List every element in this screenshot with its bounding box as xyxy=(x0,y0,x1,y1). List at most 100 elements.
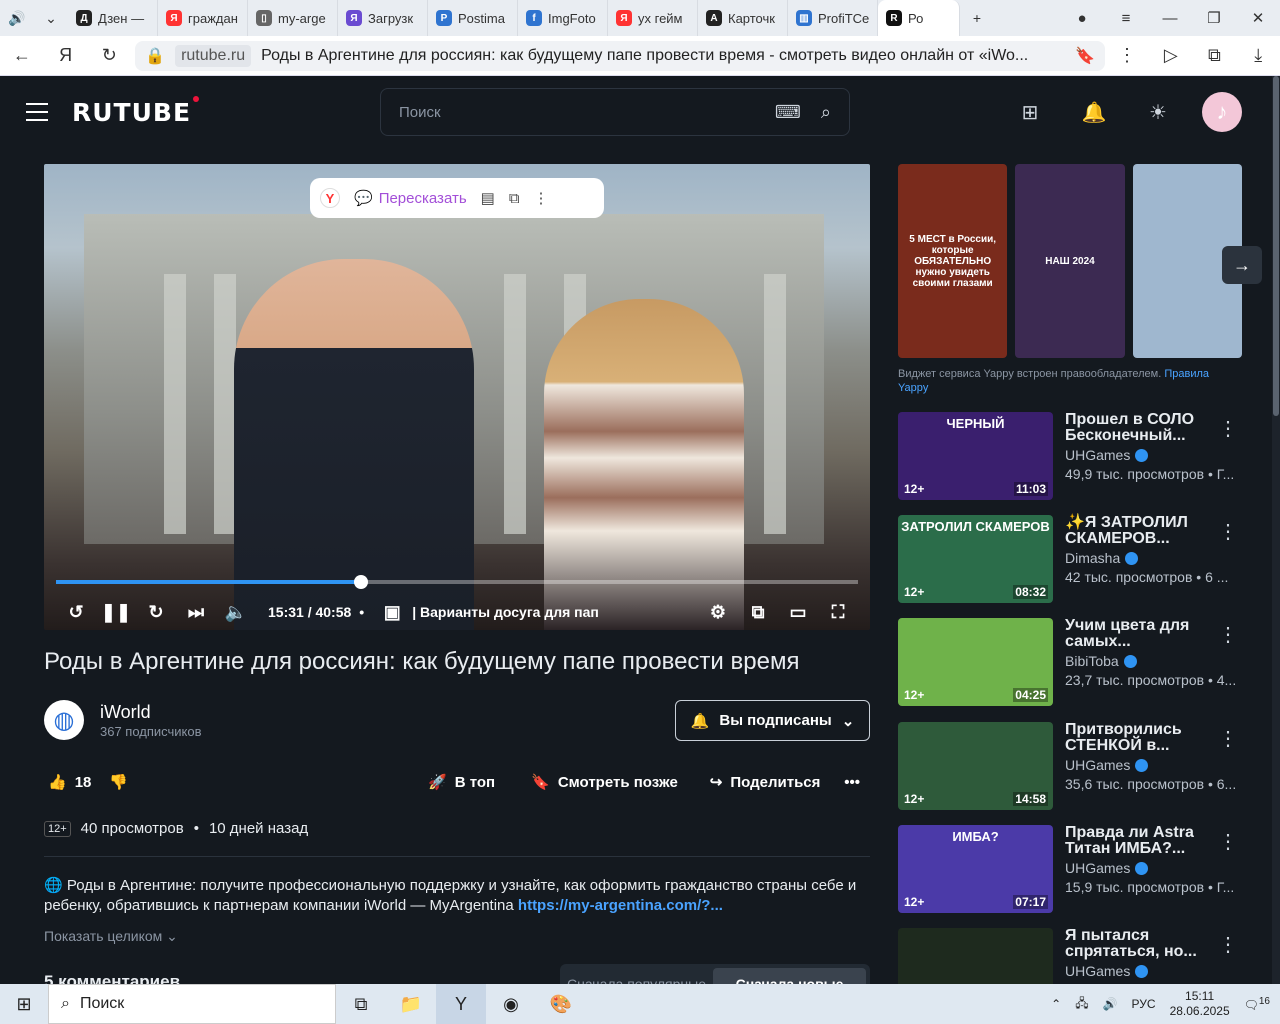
recommended-channel[interactable]: BibiToba xyxy=(1065,653,1137,669)
more-vertical-icon[interactable]: ⋮ xyxy=(1218,829,1238,854)
omnibox[interactable]: 🔒 rutube.ru Роды в Аргентине для россиян… xyxy=(135,40,1106,71)
chapter-title[interactable]: | Варианты досуга для пап xyxy=(412,604,599,620)
avatar[interactable]: ♪ xyxy=(1202,92,1242,132)
new-tab-button[interactable]: + xyxy=(960,0,994,36)
page-scrollbar[interactable] xyxy=(1272,76,1280,984)
browser-tab[interactable]: Яух гейм xyxy=(608,0,698,36)
share-button[interactable]: ↪ Поделиться xyxy=(710,773,821,792)
recommended-channel[interactable]: UHGames xyxy=(1065,447,1149,463)
recommended-channel[interactable]: UHGames xyxy=(1065,860,1149,876)
recommended-title[interactable]: Правда ли Astra Титан ИМБА?... xyxy=(1065,825,1215,857)
recommended-video[interactable]: ЗАТРОЛИЛ СКАМЕРОВ 12+ 08:32 ✨Я ЗАТРОЛИЛ СКА… xyxy=(898,515,1258,603)
browser-tab[interactable]: P Postima xyxy=(428,0,518,36)
yandex-browser-icon[interactable]: Y xyxy=(436,984,486,1024)
subscribe-button[interactable]: 🔔 Вы подписаны ⌄ xyxy=(675,700,870,741)
tabs-dropdown-icon[interactable]: ⌄ xyxy=(34,0,68,36)
theme-toggle-icon[interactable]: ☀ xyxy=(1144,98,1172,126)
recommended-channel[interactable]: UHGames xyxy=(1065,757,1149,773)
rutube-logo[interactable]: RUTUBE xyxy=(72,95,200,127)
rewind-10-icon[interactable]: ↺ xyxy=(56,602,96,623)
recommended-title[interactable]: Учим цвета для самых... xyxy=(1065,618,1215,650)
downloads-icon[interactable]: ⤓ xyxy=(1236,45,1280,66)
browser-tab[interactable]: ▥ ProfiTCe xyxy=(788,0,878,36)
language-indicator[interactable]: РУС xyxy=(1132,997,1156,1011)
recommended-video[interactable]: ЧЕРНЫЙ 12+ 11:03 Прошел в СОЛО Бесконечный.… xyxy=(898,412,1258,500)
maximize-button[interactable]: ❐ xyxy=(1192,9,1236,27)
upload-icon[interactable]: ⊞ xyxy=(1016,98,1044,126)
more-icon[interactable]: ⋮ xyxy=(1105,45,1149,66)
more-vertical-icon[interactable]: ⋮ xyxy=(534,189,549,207)
browser-tab[interactable]: R Ро xyxy=(878,0,960,36)
recommended-title[interactable]: Прошел в СОЛО Бесконечный... xyxy=(1065,412,1215,444)
browser-tab[interactable]: Я Загрузк xyxy=(338,0,428,36)
more-vertical-icon[interactable]: ⋮ xyxy=(1218,932,1238,957)
progress-bar[interactable] xyxy=(56,575,858,589)
back-button[interactable]: ← xyxy=(0,45,44,66)
task-view-icon[interactable]: ⧉ xyxy=(336,984,386,1024)
video-player[interactable]: Y 💬 Пересказать ▤ ⧉ ⋮ ↺ ❚❚ ↻ ⏭ 🔈 15:31 / … xyxy=(44,164,870,630)
volume-icon[interactable]: 🔊 xyxy=(1103,997,1118,1011)
clock[interactable]: 15:11 28.06.2025 xyxy=(1170,989,1230,1019)
chrome-icon[interactable]: ◉ xyxy=(486,984,536,1024)
file-explorer-icon[interactable]: 📁 xyxy=(386,984,436,1024)
tab-audio-icon[interactable]: 🔊 xyxy=(0,0,34,36)
recommended-channel[interactable]: UHGames xyxy=(1065,963,1149,979)
extensions-icon[interactable]: ⧉ xyxy=(1193,45,1237,66)
like-button[interactable]: 👍 18 xyxy=(48,773,91,792)
taskbar-search[interactable]: ⌕ Поиск xyxy=(48,984,336,1024)
more-vertical-icon[interactable]: ⋮ xyxy=(1218,519,1238,544)
windows-start-icon[interactable]: ⊞ xyxy=(0,994,48,1015)
tray-chevron-icon[interactable]: ⌃ xyxy=(1051,997,1061,1011)
more-vertical-icon[interactable]: ⋮ xyxy=(1218,416,1238,441)
short-video-card[interactable]: 5 МЕСТ в России, которые ОБЯЗАТЕЛЬНО нуж… xyxy=(898,164,1008,358)
subtitles-icon[interactable]: ▤ xyxy=(481,189,495,207)
search-icon[interactable]: ⌕ xyxy=(821,102,831,123)
video-thumbnail[interactable]: 12+ 04:25 xyxy=(898,618,1053,706)
pause-icon[interactable]: ❚❚ xyxy=(96,602,136,623)
carousel-next-arrow-icon[interactable]: → xyxy=(1222,246,1262,284)
keyboard-icon[interactable]: ⌨ xyxy=(775,102,801,123)
yandex-icon[interactable]: Y xyxy=(320,188,340,208)
minimize-button[interactable]: — xyxy=(1148,10,1192,27)
yandex-icon[interactable]: Я xyxy=(44,45,88,66)
search-input[interactable]: Поиск xyxy=(399,104,441,121)
network-icon[interactable]: 🖧 xyxy=(1075,994,1088,1015)
retell-button[interactable]: 💬 Пересказать xyxy=(354,189,467,208)
browser-tab[interactable]: f ImgFoto xyxy=(518,0,608,36)
recommended-video[interactable]: 12+ 04:25 Учим цвета для самых... BibiToba 2… xyxy=(898,618,1258,706)
channel-name[interactable]: iWorld xyxy=(100,702,151,723)
video-thumbnail[interactable]: 12+ 14:58 xyxy=(898,722,1053,810)
browser-tab[interactable]: Яграждан xyxy=(158,0,248,36)
menu-icon[interactable]: ≡ xyxy=(1104,10,1148,27)
chapters-icon[interactable]: ▣ xyxy=(372,602,412,623)
media-icon[interactable]: ▷ xyxy=(1149,45,1193,66)
recommended-title[interactable]: Я пытался спрятаться, но... xyxy=(1065,928,1215,960)
browser-tab[interactable]: Д Дзен — xyxy=(68,0,158,36)
fullscreen-icon[interactable]: ⛶ xyxy=(818,602,858,623)
progress-knob[interactable] xyxy=(353,575,368,589)
channel-logo[interactable]: ◍ xyxy=(44,700,84,740)
more-vertical-icon[interactable]: ⋮ xyxy=(1218,622,1238,647)
recommended-video[interactable]: 12+ 14:58 Притворились СТЕНКОЙ в... UHGames… xyxy=(898,722,1258,810)
theater-icon[interactable]: ▭ xyxy=(778,602,818,623)
watch-later-button[interactable]: 🔖 Смотреть позже xyxy=(531,773,678,792)
close-window-button[interactable]: ✕ xyxy=(1236,9,1280,27)
search-box[interactable]: Поиск ⌨ ⌕ xyxy=(380,88,850,136)
show-more-button[interactable]: Показать целиком ⌄ xyxy=(44,928,870,945)
short-video-card[interactable]: НАШ 2024 xyxy=(1015,164,1125,358)
video-thumbnail[interactable]: ИМБА? 12+ 07:17 xyxy=(898,825,1053,913)
settings-icon[interactable]: ⚙ xyxy=(698,602,738,623)
forward-10-icon[interactable]: ↻ xyxy=(136,602,176,623)
notifications-icon[interactable]: 🗨16 xyxy=(1244,996,1270,1012)
recommended-title[interactable]: ✨Я ЗАТРОЛИЛ СКАМЕРОВ... xyxy=(1065,515,1215,547)
volume-icon[interactable]: 🔈 xyxy=(216,602,256,623)
recommended-title[interactable]: Притворились СТЕНКОЙ в... xyxy=(1065,722,1215,754)
top-button[interactable]: 🚀 В топ xyxy=(428,773,495,792)
dislike-button[interactable]: 👎 xyxy=(109,773,128,791)
more-horizontal-icon[interactable]: ••• xyxy=(844,774,860,791)
bell-icon[interactable]: 🔔 xyxy=(1080,98,1108,126)
recommended-channel[interactable]: Dimasha xyxy=(1065,550,1139,566)
browser-tab[interactable]: A Карточк xyxy=(698,0,788,36)
recommended-video[interactable]: ИМБА? 12+ 07:17 Правда ли Astra Титан ИМБА?… xyxy=(898,825,1258,913)
description-link[interactable]: https://my-argentina.com/?... xyxy=(518,897,723,914)
